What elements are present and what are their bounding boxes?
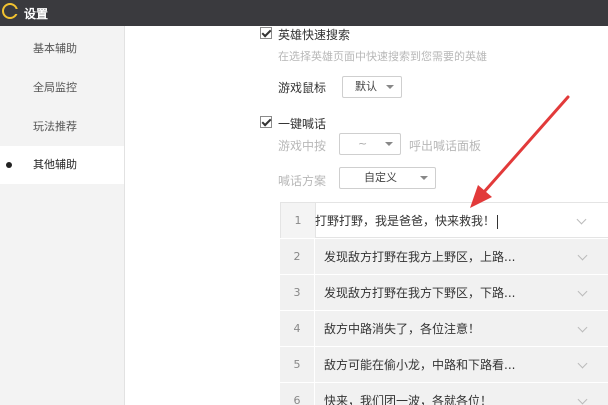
annotation-arrow-icon [470,95,570,208]
